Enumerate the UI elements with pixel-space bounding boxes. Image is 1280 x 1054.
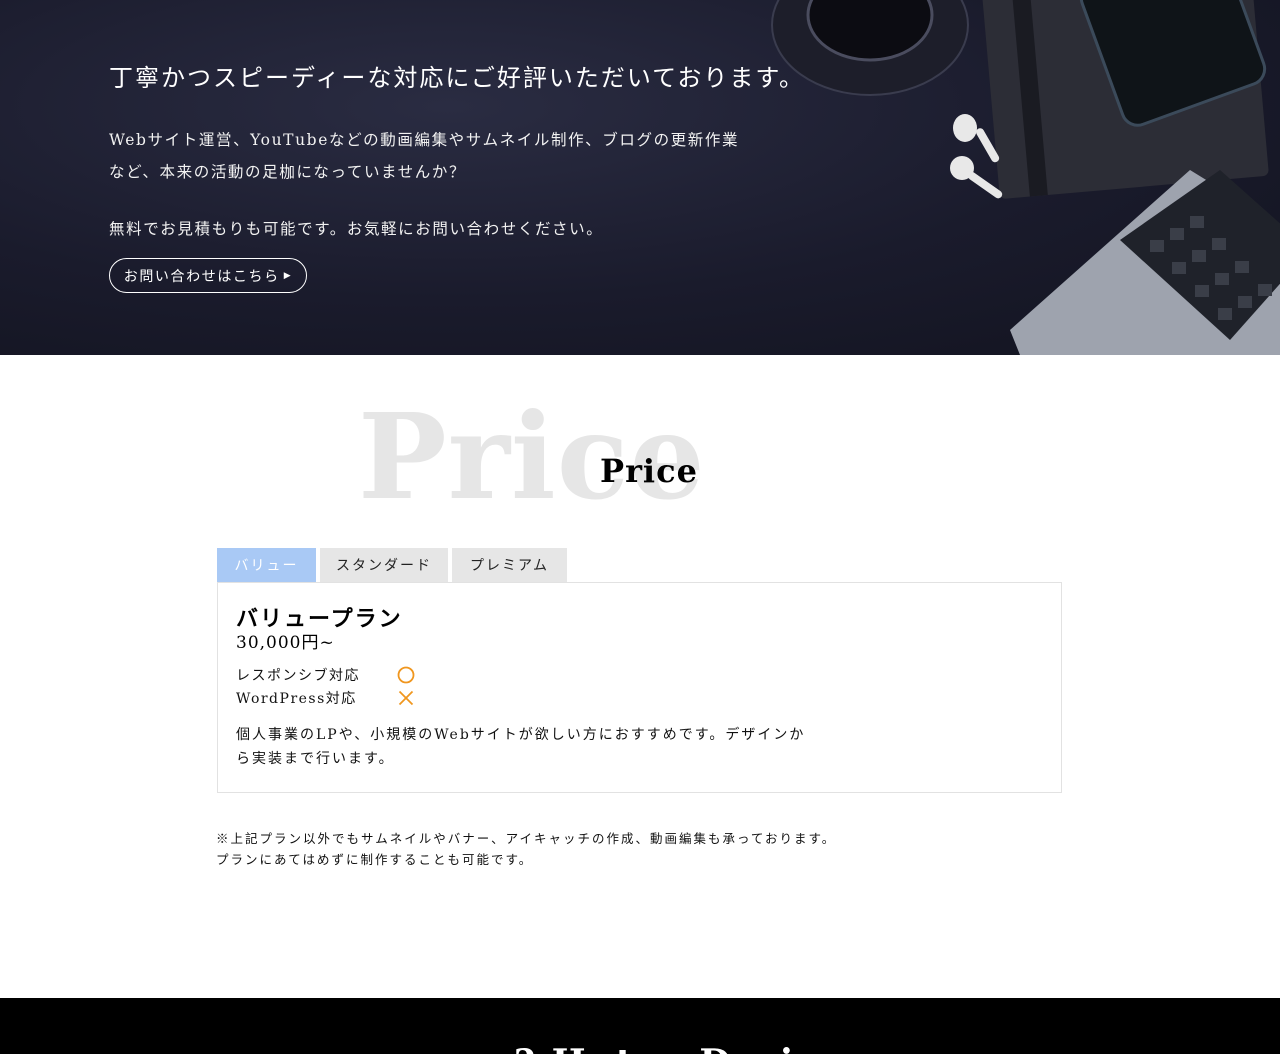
tab-standard[interactable]: スタンダード [320, 548, 448, 582]
circle-icon [397, 666, 415, 684]
tab-value[interactable]: バリュー [217, 548, 316, 582]
plan-description: 個人事業のLPや、小規模のWebサイトが欲しい方におすすめです。デザインから実装… [236, 727, 806, 767]
plan-panel: バリュープラン 30,000円~ レスポンシブ対応 WordPress対応 個人… [217, 582, 1062, 793]
plan-price: 30,000円~ [236, 633, 335, 653]
hero-description-line-1: Webサイト運営、YouTubeなどの動画編集やサムネイル制作、ブログの更新作業 [109, 131, 740, 149]
hero-title: 丁寧かつスピーディーな対応にご好評いただいております。 [109, 64, 805, 92]
feature-label: WordPress対応 [236, 691, 357, 707]
hero-description-line-2: など、本来の活動の足枷になっていませんか？ [109, 163, 467, 181]
next-section-band: ? Hutsu Design [0, 998, 1280, 1054]
feature-row: WordPress対応 [236, 688, 415, 708]
contact-button[interactable]: お問い合わせはこちら ▶ [109, 258, 307, 293]
feature-row: レスポンシブ対応 [236, 665, 415, 685]
contact-button-label: お問い合わせはこちら [123, 268, 280, 285]
hero-description-line-3: 無料でお見積もりも可能です。お気軽にお問い合わせください。 [109, 220, 604, 238]
price-note-line-2: プランにあてはめずに制作することも可能です。 [216, 852, 534, 867]
next-section-heading: ? Hutsu Design [514, 1042, 851, 1054]
price-title: Price [600, 452, 698, 490]
price-note-line-1: ※上記プラン以外でもサムネイルやバナー、アイキャッチの作成、動画編集も承っており… [216, 831, 837, 846]
plan-tabs: バリュー スタンダード プレミアム [217, 548, 567, 582]
hero-section: 丁寧かつスピーディーな対応にご好評いただいております。 Webサイト運営、You… [0, 0, 1280, 355]
feature-label: レスポンシブ対応 [236, 668, 360, 684]
cross-icon [398, 690, 414, 706]
play-arrow-icon: ▶ [283, 270, 293, 281]
tab-premium[interactable]: プレミアム [452, 548, 567, 582]
